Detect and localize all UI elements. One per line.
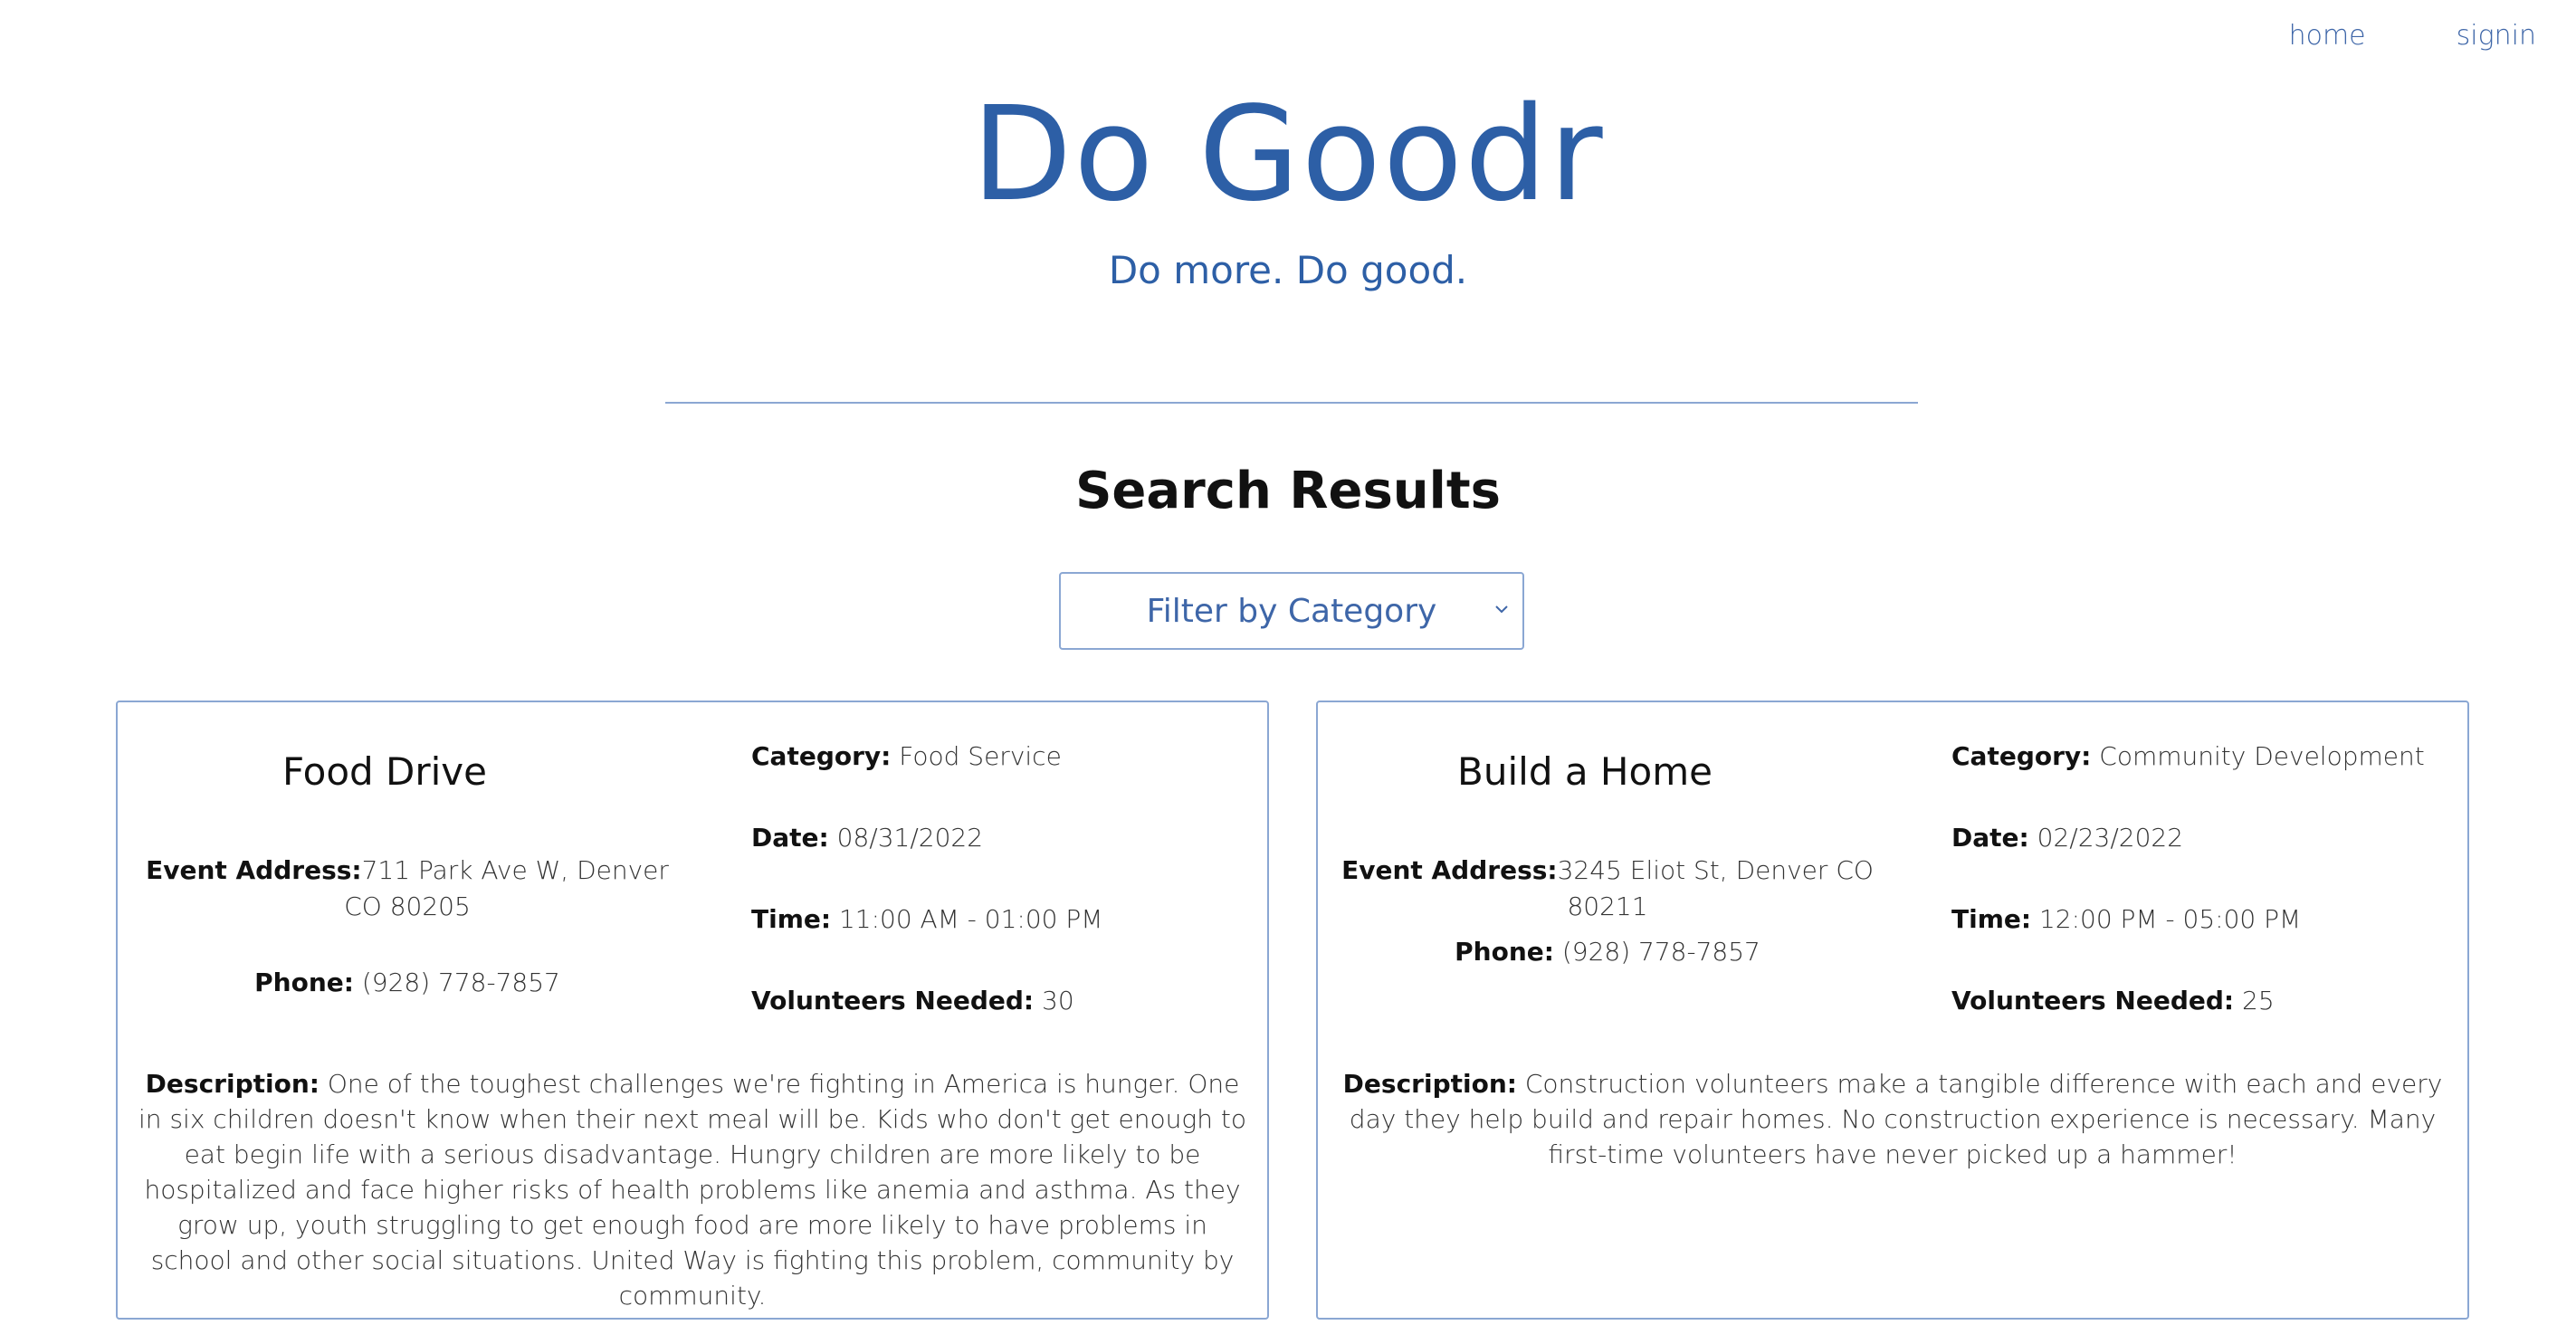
search-results-heading: Search Results xyxy=(1075,462,1501,520)
event-card: Build a Home Event Address:3245 Eliot St… xyxy=(1316,701,2469,1320)
top-nav: home signin xyxy=(2289,20,2536,52)
phone-value: (928) 778-7857 xyxy=(1561,937,1760,967)
address-value: 3245 Eliot St, Denver CO 80211 xyxy=(1557,855,1874,921)
filter-label: Filter by Category xyxy=(1146,592,1437,630)
event-address: Event Address:711 Park Ave W, Denver CO … xyxy=(136,853,679,925)
category-filter-select[interactable]: Filter by Category xyxy=(1059,572,1524,650)
event-card: Food Drive Event Address:711 Park Ave W,… xyxy=(116,701,1269,1320)
hero: Do Goodr Do more. Do good. xyxy=(0,81,2576,292)
date-label: Date: xyxy=(751,823,829,853)
phone-label: Phone: xyxy=(254,968,354,997)
event-date: Date: 02/23/2022 xyxy=(1951,820,2425,901)
time-value: 12:00 PM - 05:00 PM xyxy=(2038,904,2302,934)
brand-title: Do Goodr xyxy=(971,78,1605,230)
volunteers-value: 30 xyxy=(1042,986,1074,1015)
phone-label: Phone: xyxy=(1455,937,1554,967)
time-value: 11:00 AM - 01:00 PM xyxy=(838,904,1103,934)
event-volunteers: Volunteers Needed: 30 xyxy=(751,983,1102,1064)
event-volunteers: Volunteers Needed: 25 xyxy=(1951,983,2425,1064)
description-value: One of the toughest challenges we're fig… xyxy=(138,1069,1246,1311)
date-value: 08/31/2022 xyxy=(836,823,984,853)
event-phone: Phone: (928) 778-7857 xyxy=(1336,934,1879,970)
event-category: Category: Food Service xyxy=(751,739,1102,820)
description-label: Description: xyxy=(1342,1069,1517,1099)
volunteers-label: Volunteers Needed: xyxy=(1951,986,2235,1015)
event-address: Event Address:3245 Eliot St, Denver CO 8… xyxy=(1336,853,1879,925)
phone-value: (928) 778-7857 xyxy=(361,968,560,997)
chevron-down-icon xyxy=(1495,605,1508,614)
event-details: Category: Food Service Date: 08/31/2022 … xyxy=(751,739,1102,1064)
event-title: Build a Home xyxy=(1457,749,1713,794)
event-category: Category: Community Development xyxy=(1951,739,2425,820)
event-time: Time: 12:00 PM - 05:00 PM xyxy=(1951,901,2425,983)
time-label: Time: xyxy=(1951,904,2032,934)
event-title: Food Drive xyxy=(281,749,488,794)
tagline: Do more. Do good. xyxy=(1108,248,1468,292)
nav-home-link[interactable]: home xyxy=(2289,20,2366,52)
description-label: Description: xyxy=(145,1069,320,1099)
event-description: Description: One of the toughest challen… xyxy=(134,1066,1251,1313)
category-label: Category: xyxy=(1951,741,2092,771)
event-date: Date: 08/31/2022 xyxy=(751,820,1102,901)
event-description: Description: Construction volunteers mak… xyxy=(1334,1066,2451,1172)
volunteers-value: 25 xyxy=(2242,986,2275,1015)
volunteers-label: Volunteers Needed: xyxy=(751,986,1035,1015)
category-value: Community Development xyxy=(2099,741,2425,771)
category-value: Food Service xyxy=(899,741,1062,771)
divider xyxy=(665,402,1918,404)
address-label: Event Address: xyxy=(146,855,362,885)
date-label: Date: xyxy=(1951,823,2029,853)
address-label: Event Address: xyxy=(1341,855,1558,885)
time-label: Time: xyxy=(751,904,832,934)
nav-signin-link[interactable]: signin xyxy=(2457,20,2536,52)
event-time: Time: 11:00 AM - 01:00 PM xyxy=(751,901,1102,983)
address-value: 711 Park Ave W, Denver CO 80205 xyxy=(344,855,669,921)
date-value: 02/23/2022 xyxy=(2037,823,2184,853)
event-phone: Phone: (928) 778-7857 xyxy=(136,965,679,1001)
category-label: Category: xyxy=(751,741,892,771)
event-details: Category: Community Development Date: 02… xyxy=(1951,739,2425,1064)
